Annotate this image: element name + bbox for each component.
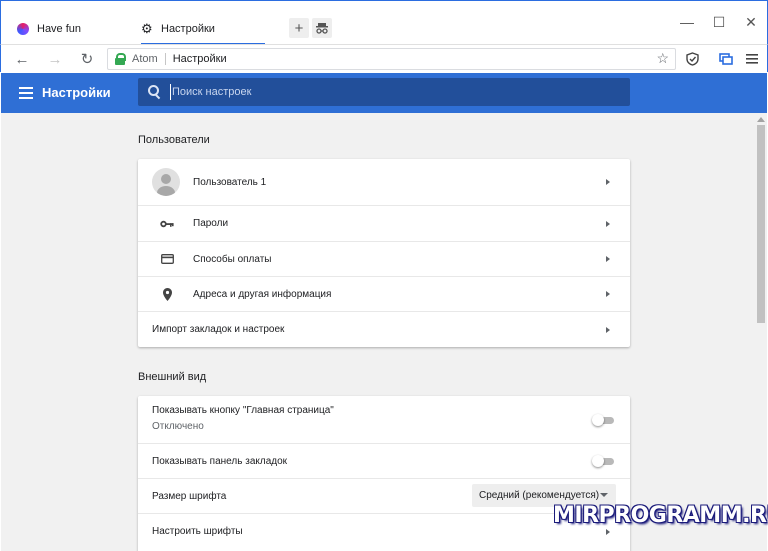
arrow-right-icon	[606, 179, 610, 185]
tab-strip: Have fun ⚙ Настройки + — ☐ ✕	[0, 0, 768, 45]
hamburger-icon[interactable]	[19, 87, 33, 99]
shield-check-icon	[685, 52, 699, 66]
customize-fonts-label: Настроить шрифты	[152, 526, 243, 537]
maximize-icon: ☐	[712, 13, 726, 30]
address-text: Настройки	[172, 53, 227, 65]
search-input[interactable]	[170, 84, 610, 100]
home-button-label: Показывать кнопку "Главная страница"	[152, 405, 334, 416]
location-pin-icon	[160, 287, 174, 301]
site-name: Atom	[132, 53, 158, 65]
settings-content: Пользователи Пользователь 1 Пароли Спосо…	[1, 113, 767, 551]
gear-icon: ⚙	[141, 21, 153, 36]
import-label: Импорт закладок и настроек	[152, 324, 285, 335]
section-title-appearance: Внешний вид	[138, 371, 207, 383]
profile-row[interactable]: Пользователь 1	[138, 159, 630, 205]
section-title-users: Пользователи	[138, 134, 210, 146]
scrollbar[interactable]	[755, 113, 767, 551]
addresses-row[interactable]: Адреса и другая информация	[138, 276, 630, 311]
tab-settings[interactable]: ⚙ Настройки	[141, 15, 265, 45]
key-icon	[160, 217, 174, 231]
arrow-right-icon	[606, 256, 610, 262]
windows-icon	[719, 53, 733, 65]
passwords-label: Пароли	[193, 218, 229, 229]
bookmarks-bar-label: Показывать панель закладок	[152, 455, 288, 467]
page-title: Настройки	[42, 85, 111, 100]
import-row[interactable]: Импорт закладок и настроек	[138, 311, 630, 347]
minimize-button[interactable]: —	[674, 11, 700, 33]
arrow-right-icon	[606, 291, 610, 297]
arrow-right-icon	[606, 326, 610, 333]
bookmarks-bar-row[interactable]: Показывать панель закладок	[138, 443, 630, 478]
search-box[interactable]	[138, 78, 630, 106]
windows-extension-button[interactable]	[719, 52, 733, 66]
lock-icon	[114, 53, 126, 65]
back-arrow-icon: ←	[14, 50, 30, 68]
payment-label: Способы оплаты	[193, 253, 272, 265]
chevron-down-icon	[600, 493, 608, 497]
new-tab-button[interactable]: +	[289, 18, 309, 38]
arrow-right-icon	[606, 220, 610, 227]
font-size-label: Размер шрифта	[152, 490, 227, 502]
tab-have-fun[interactable]: Have fun	[17, 15, 127, 43]
passwords-row[interactable]: Пароли	[138, 205, 630, 241]
bookmark-star-icon[interactable]: ☆	[656, 50, 669, 67]
forward-arrow-icon: →	[47, 50, 63, 68]
home-button-status: Отключено	[152, 421, 204, 432]
address-bar[interactable]: Atom Настройки ☆	[107, 48, 676, 70]
tab-label: Have fun	[37, 23, 82, 35]
reload-button[interactable]: ↻	[77, 49, 97, 69]
scrollbar-thumb[interactable]	[757, 125, 765, 323]
payment-row[interactable]: Способы оплаты	[138, 241, 630, 276]
users-card: Пользователь 1 Пароли Способы оплаты Адр…	[138, 159, 630, 347]
shield-extension-button[interactable]	[685, 52, 699, 66]
close-button[interactable]: ✕	[738, 11, 764, 33]
home-button-row[interactable]: Показывать кнопку "Главная страница" Отк…	[138, 396, 630, 443]
forward-button[interactable]: →	[45, 49, 65, 69]
watermark: MIRPROGRAMM.RU	[553, 503, 768, 528]
addresses-label: Адреса и другая информация	[193, 288, 332, 300]
back-button[interactable]: ←	[12, 49, 32, 69]
scroll-up-icon[interactable]	[757, 117, 765, 122]
maximize-button[interactable]: ☐	[706, 11, 732, 33]
credit-card-icon	[160, 252, 174, 266]
plus-icon: +	[294, 19, 304, 37]
bookmarks-bar-toggle[interactable]	[592, 455, 614, 467]
home-button-toggle[interactable]	[592, 413, 614, 426]
font-size-value: Средний (рекомендуется)	[479, 490, 600, 501]
hamburger-menu-icon	[746, 54, 758, 64]
profile-name: Пользователь 1	[193, 176, 267, 188]
tab-label: Настройки	[161, 23, 215, 35]
settings-header: Настройки	[1, 73, 767, 113]
reload-icon: ↻	[80, 51, 94, 68]
arrow-right-icon	[606, 528, 610, 535]
toolbar: ← → ↻ Atom Настройки ☆	[0, 44, 768, 72]
menu-button[interactable]	[745, 52, 759, 66]
omnibox-divider	[164, 53, 166, 65]
avatar	[152, 168, 180, 196]
close-icon: ✕	[745, 13, 757, 30]
search-icon	[148, 85, 159, 96]
incognito-button[interactable]	[312, 18, 332, 38]
incognito-icon	[316, 23, 328, 34]
minimize-icon: —	[680, 14, 694, 30]
fun-icon	[17, 23, 29, 35]
